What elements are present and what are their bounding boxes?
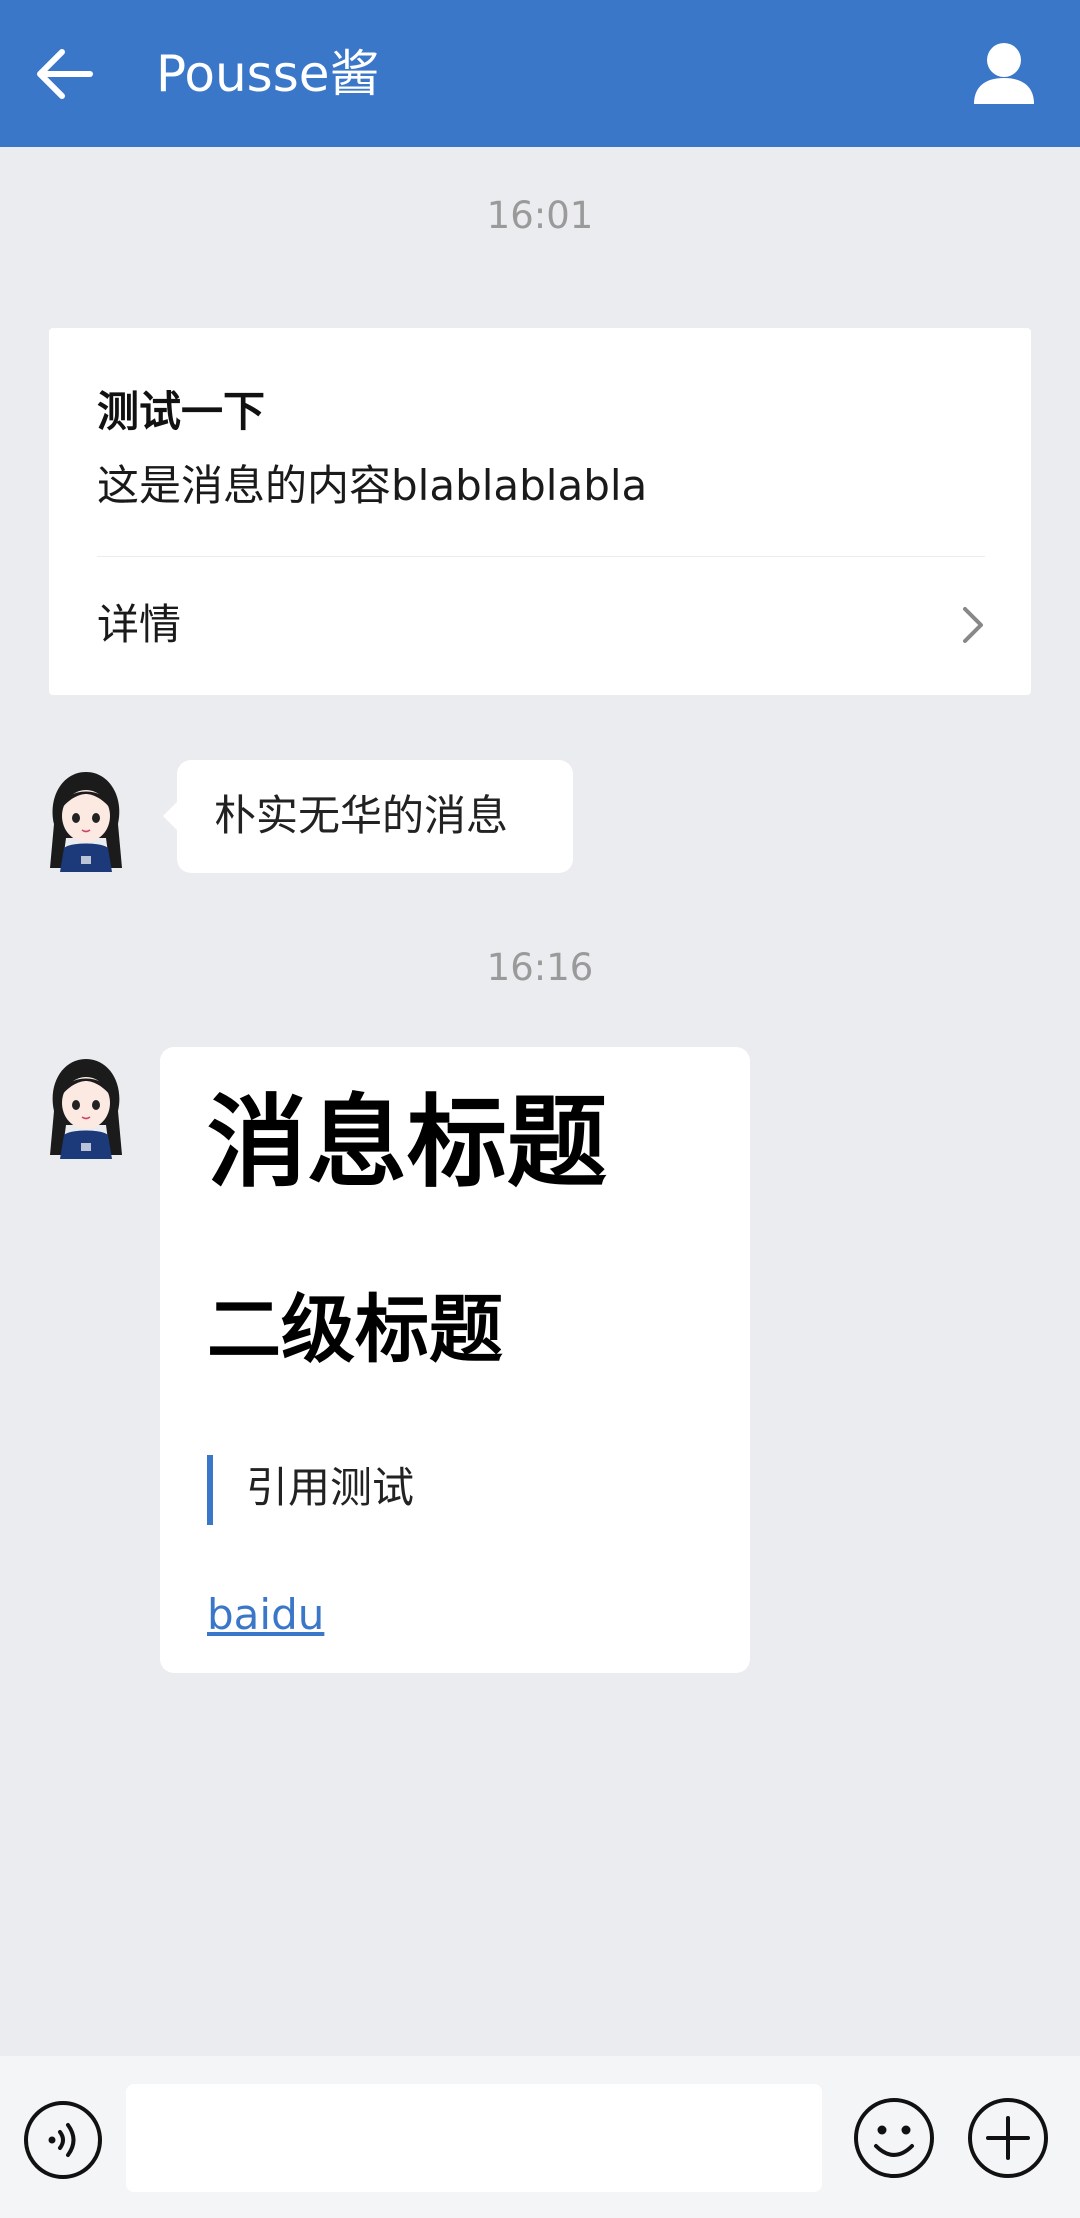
voice-icon: [24, 2101, 102, 2179]
person-icon: [974, 43, 1034, 104]
plus-circle-icon: [968, 2098, 1048, 2178]
message-text: 朴实无华的消息: [214, 791, 509, 840]
chevron-right-icon: [963, 607, 983, 643]
smiley-icon: [854, 2098, 934, 2178]
profile-button[interactable]: [968, 38, 1040, 110]
girl-avatar-icon: [50, 772, 122, 872]
chat-title: Pousse酱: [156, 45, 380, 103]
back-button[interactable]: [28, 36, 104, 112]
quote-bar: [207, 1455, 213, 1525]
card-detail-link[interactable]: 详情: [49, 557, 1031, 695]
message-input[interactable]: [126, 2084, 822, 2192]
card-content: 这是消息的内容blablablabla: [97, 461, 648, 510]
timestamp: 16:16: [486, 946, 594, 989]
voice-button[interactable]: [22, 2099, 104, 2181]
more-button[interactable]: [966, 2096, 1050, 2180]
message-quote: 引用测试: [246, 1463, 415, 1512]
message-heading-2: 二级标题: [207, 1287, 503, 1373]
sender-avatar[interactable]: [44, 1055, 128, 1159]
card-detail-label: 详情: [97, 600, 182, 649]
rich-message-bubble[interactable]: 消息标题 二级标题 引用测试 baidu: [160, 1047, 750, 1673]
sender-avatar[interactable]: [44, 768, 128, 872]
girl-avatar-icon: [50, 1059, 122, 1159]
chat-screen: Pousse酱 16:01 测试一下 这是消息的内容blablablabla 详…: [0, 0, 1080, 2218]
card-message: 测试一下 这是消息的内容blablablabla 详情: [49, 328, 1031, 695]
app-header: Pousse酱: [0, 0, 1080, 147]
input-bar: [0, 2056, 1080, 2218]
card-title: 测试一下: [97, 387, 266, 436]
emoji-button[interactable]: [852, 2096, 936, 2180]
arrow-left-icon: [37, 49, 93, 99]
timestamp: 16:01: [486, 194, 594, 237]
message-heading-1: 消息标题: [207, 1084, 607, 1201]
text-message-bubble[interactable]: 朴实无华的消息: [163, 760, 573, 873]
bubble-tail: [163, 802, 177, 830]
message-link[interactable]: baidu: [207, 1587, 324, 1643]
